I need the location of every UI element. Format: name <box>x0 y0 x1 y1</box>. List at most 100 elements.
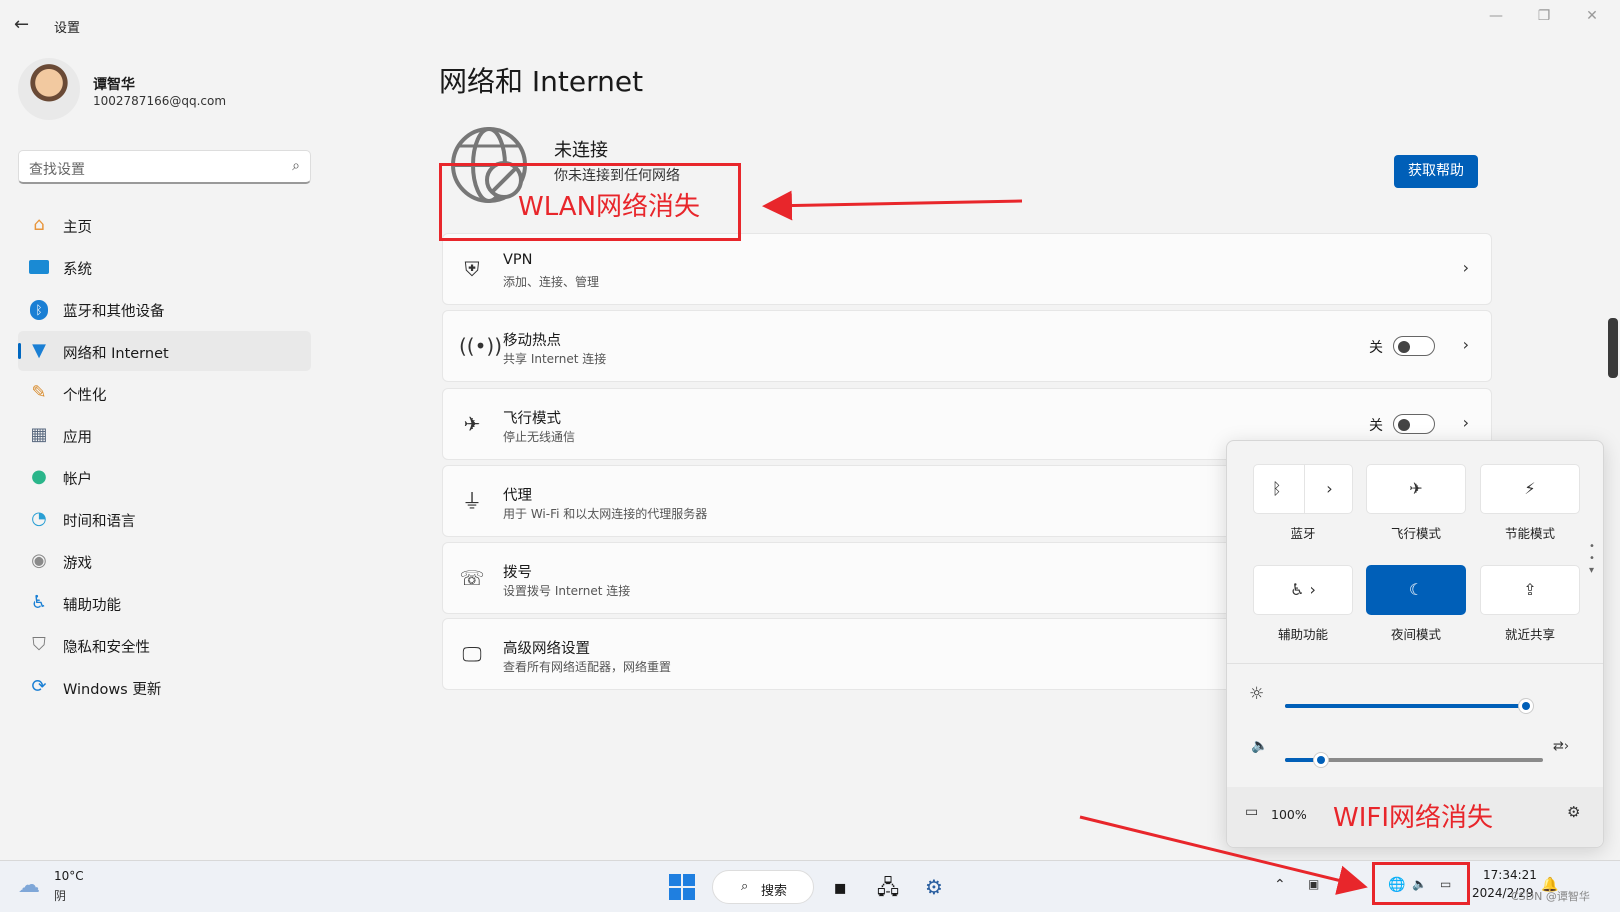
system-icon <box>28 256 50 278</box>
tile-label: 飞行模式 <box>1390 526 1441 541</box>
night-light-icon: ☾ <box>1408 580 1424 599</box>
user-name: 谭智华 <box>93 77 135 93</box>
brightness-slider[interactable] <box>1285 698 1534 714</box>
sidebar-item-accessibility[interactable]: ♿ 辅助功能 <box>18 583 311 623</box>
annotation-arrow-wlan <box>762 190 1023 221</box>
brightness-slider-fill <box>1285 704 1526 708</box>
sidebar-item-privacy[interactable]: ⛉ 隐私和安全性 <box>18 625 311 665</box>
tile-energy-saver[interactable]: ⚡ <box>1480 464 1580 514</box>
user-email: 1002787166@qq.com <box>93 94 227 108</box>
page-indicator[interactable]: • • ▾ <box>1589 541 1595 577</box>
tray-app-icon[interactable]: S <box>1346 877 1355 893</box>
sidebar-item-label: 蓝牙和其他设备 <box>63 304 165 320</box>
weather-temperature[interactable]: 10°C <box>54 869 84 883</box>
battery-percentage: 100% <box>1271 807 1307 822</box>
app-icon[interactable]: 🖧 <box>874 873 902 901</box>
sidebar-item-system[interactable]: 系统 <box>18 247 311 287</box>
annotation-text-wlan: WLAN网络消失 <box>518 192 701 222</box>
tile-airplane-mode[interactable]: ✈ <box>1366 464 1466 514</box>
hotspot-icon: ((•)) <box>459 334 503 358</box>
gamepad-icon: ◉ <box>31 550 47 571</box>
sidebar-item-accounts[interactable]: ● 帐户 <box>18 457 311 497</box>
hotspot-toggle[interactable] <box>1393 336 1435 356</box>
input-method-icon[interactable]: ▣ <box>1308 877 1319 891</box>
tile-accessibility[interactable]: ♿ › <box>1253 565 1353 615</box>
card-subtitle: 查看所有网络适配器，网络重置 <box>503 660 672 674</box>
airplane-icon: ✈ <box>1409 479 1423 498</box>
scrollbar[interactable] <box>1608 318 1618 378</box>
sidebar-item-label: 时间和语言 <box>63 514 136 530</box>
toggle-state-label: 关 <box>1369 340 1383 356</box>
card-mobile-hotspot[interactable]: ((•)) 移动热点 共享 Internet 连接 关 › <box>442 310 1492 382</box>
tile-label: 辅助功能 <box>1277 627 1328 642</box>
page-title: 网络和 Internet <box>439 65 644 98</box>
chevron-right-icon[interactable]: › <box>1304 465 1354 513</box>
chevron-right-icon: › <box>1462 335 1469 354</box>
airplane-mode-toggle[interactable] <box>1393 414 1435 434</box>
audio-output-icon[interactable]: ⇄› <box>1553 739 1569 754</box>
cloud-icon[interactable]: ☁ <box>18 873 48 898</box>
start-button[interactable] <box>669 874 695 900</box>
tile-label: 蓝牙 <box>1290 526 1316 541</box>
sidebar-item-bluetooth[interactable]: ᛒ 蓝牙和其他设备 <box>18 289 311 329</box>
airplane-icon: ✈ <box>463 412 481 436</box>
card-vpn[interactable]: ⛨ VPN 添加、连接、管理 › <box>442 233 1492 305</box>
shield-icon: ⛉ <box>32 634 46 655</box>
task-view-icon[interactable]: ▪ <box>826 873 854 901</box>
sidebar-item-label: 网络和 Internet <box>63 346 169 362</box>
close-icon[interactable]: ✕ <box>1580 8 1604 28</box>
chevron-up-icon[interactable]: ⌃ <box>1274 877 1286 893</box>
tile-bluetooth[interactable]: ᛒ › <box>1253 464 1353 514</box>
speaker-icon[interactable]: 🔈 <box>1251 738 1268 754</box>
card-subtitle: 添加、连接、管理 <box>503 275 600 289</box>
bluetooth-icon: ᛒ <box>1272 479 1282 498</box>
settings-search-input[interactable]: 查找设置 ⌕ <box>18 150 311 184</box>
bluetooth-icon: ᛒ <box>28 298 50 320</box>
sidebar-item-label: 辅助功能 <box>63 598 121 614</box>
clock-globe-icon: ◔ <box>31 508 47 529</box>
accessibility-icon: ♿ <box>30 592 48 613</box>
sidebar-item-network[interactable]: ▼ 网络和 Internet <box>18 331 311 371</box>
sidebar-item-personalization[interactable]: ✎ 个性化 <box>18 373 311 413</box>
maximize-icon[interactable]: ❐ <box>1532 8 1556 28</box>
sidebar-item-apps[interactable]: ▦ 应用 <box>18 415 311 455</box>
tile-night-light[interactable]: ☾ <box>1366 565 1466 615</box>
taskbar-search[interactable]: ⌕ 搜索 <box>712 870 814 904</box>
get-help-button[interactable]: 获取帮助 <box>1394 155 1478 188</box>
search-icon: ⌕ <box>292 158 300 174</box>
divider <box>1227 663 1603 664</box>
home-icon: ⌂ <box>33 214 45 235</box>
settings-app-icon[interactable]: ⚙ <box>920 873 948 901</box>
clock-time[interactable]: 17:34:21 <box>1483 868 1537 882</box>
battery-leaf-icon: ⚡ <box>1524 479 1536 498</box>
sidebar-nav: ⌂ 主页 系统 ᛒ 蓝牙和其他设备 ▼ 网络和 Internet ✎ 个性化 ▦… <box>18 205 311 709</box>
chevron-right-icon: › <box>1462 258 1469 277</box>
sidebar-item-label: 个性化 <box>63 388 107 404</box>
avatar <box>18 58 80 120</box>
sidebar-item-label: 主页 <box>63 220 92 236</box>
sidebar-item-label: 系统 <box>63 262 92 278</box>
sidebar-item-home[interactable]: ⌂ 主页 <box>18 205 311 245</box>
volume-slider[interactable] <box>1285 752 1543 768</box>
monitor-network-icon: 🖵 <box>462 642 482 666</box>
sidebar-item-label: 帐户 <box>63 472 92 488</box>
sidebar-item-windows-update[interactable]: ⟳ Windows 更新 <box>18 667 311 707</box>
minimize-icon[interactable]: — <box>1484 8 1508 28</box>
sidebar-item-time-language[interactable]: ◔ 时间和语言 <box>18 499 311 539</box>
update-icon: ⟳ <box>31 676 47 697</box>
weather-condition[interactable]: 阴 <box>54 887 66 904</box>
gear-icon[interactable]: ⚙ <box>1567 803 1580 821</box>
card-title: 代理 <box>503 488 532 504</box>
sidebar-item-gaming[interactable]: ◉ 游戏 <box>18 541 311 581</box>
back-arrow-icon[interactable]: ← <box>14 14 36 36</box>
search-icon: ⌕ <box>741 879 749 894</box>
apps-icon: ▦ <box>30 424 48 445</box>
card-subtitle: 停止无线通信 <box>503 430 576 444</box>
brightness-slider-thumb[interactable] <box>1517 698 1534 714</box>
app-title: 设置 <box>54 21 81 36</box>
card-title: 移动热点 <box>503 333 561 349</box>
card-title: 飞行模式 <box>503 411 561 427</box>
tile-nearby-sharing[interactable]: ⇪ <box>1480 565 1580 615</box>
volume-slider-thumb[interactable] <box>1313 752 1330 768</box>
taskbar-search-label: 搜索 <box>761 884 788 899</box>
